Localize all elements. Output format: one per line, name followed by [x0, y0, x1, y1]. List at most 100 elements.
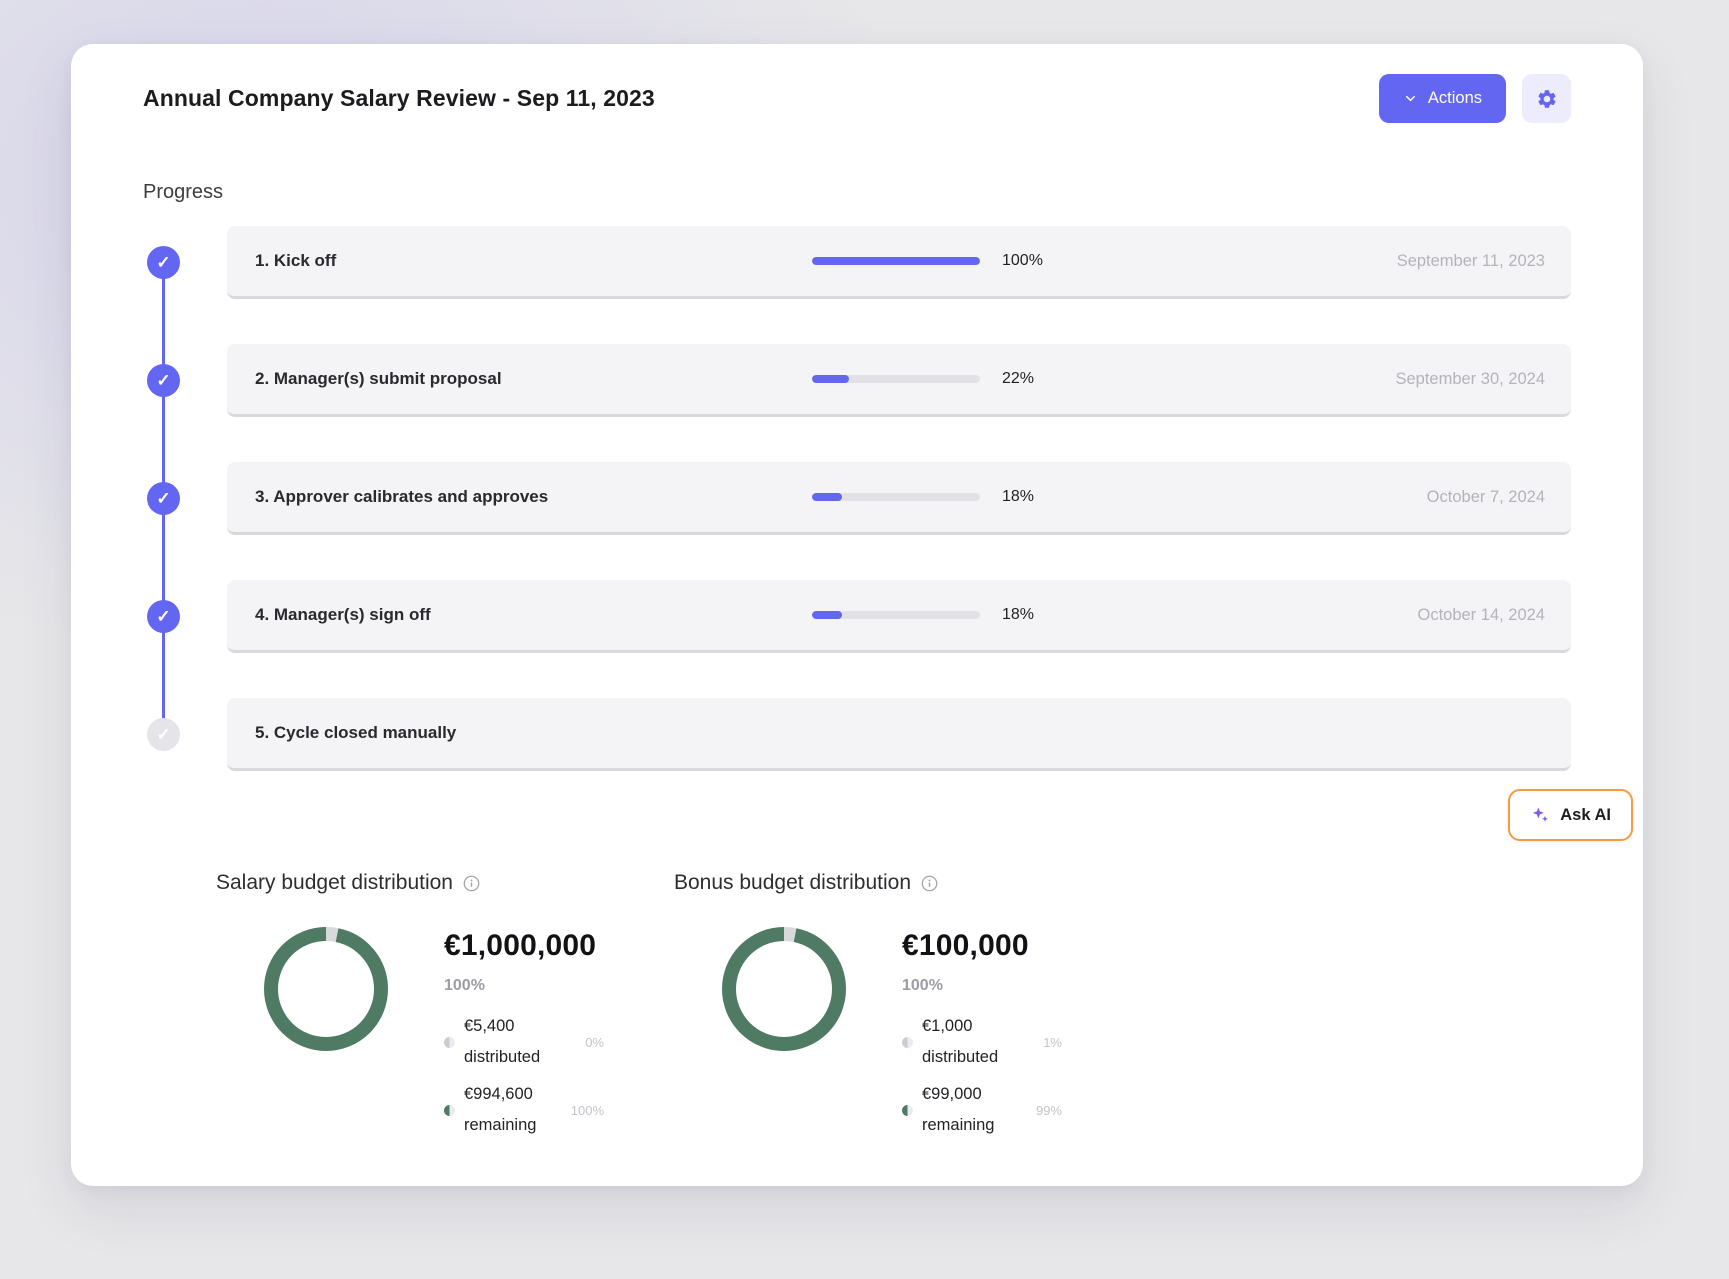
chevron-down-icon: [1403, 91, 1418, 106]
info-icon[interactable]: [921, 875, 938, 892]
distributed-label: distributed: [922, 1042, 998, 1073]
step-label: 3. Approver calibrates and approves: [255, 487, 812, 507]
remaining-percent: 100%: [571, 1103, 604, 1118]
step-completed-icon: ✓: [147, 364, 180, 397]
step-completed-icon: ✓: [147, 600, 180, 633]
sparkle-icon: [1530, 805, 1550, 825]
remaining-amount: €99,000: [922, 1079, 994, 1110]
step-date: October 7, 2024: [1427, 488, 1545, 507]
distributed-percent: 1%: [1043, 1035, 1062, 1050]
progress-step-row-2[interactable]: 2. Manager(s) submit proposal 22% Septem…: [227, 344, 1571, 417]
actions-button-label: Actions: [1428, 89, 1482, 108]
salary-budget-stats: €1,000,000 100% €5,400 distributed 0%: [444, 929, 604, 1147]
salary-donut-chart: [256, 919, 396, 1059]
step-progress-bar-fill: [812, 493, 842, 501]
step-date: October 14, 2024: [1417, 606, 1545, 625]
salary-budget-body: €1,000,000 100% €5,400 distributed 0%: [216, 919, 674, 1147]
distributed-amount: €1,000: [922, 1011, 998, 1042]
gear-icon: [1536, 88, 1558, 110]
legend-item-remaining: €994,600 remaining 100%: [444, 1079, 604, 1141]
progress-step-row-5[interactable]: 5. Cycle closed manually: [227, 698, 1571, 771]
salary-budget-title: Salary budget distribution: [216, 871, 453, 895]
legend-item-distributed: €5,400 distributed 0%: [444, 1011, 604, 1073]
step-percent: 18%: [1002, 606, 1058, 624]
step-progress-bar-fill: [812, 375, 849, 383]
step-progress-bar: [812, 375, 980, 383]
progress-step-4: ✓ 4. Manager(s) sign off 18% October 14,…: [143, 580, 1571, 653]
step-label: 1. Kick off: [255, 251, 812, 271]
step-progress-bar: [812, 493, 980, 501]
ask-ai-row: Ask AI: [143, 789, 1633, 841]
remaining-amount: €994,600: [464, 1079, 536, 1110]
step-percent: 18%: [1002, 488, 1058, 506]
distributed-swatch-icon: [902, 1037, 913, 1048]
distributed-label: distributed: [464, 1042, 540, 1073]
check-icon: ✓: [156, 725, 170, 745]
bonus-budget-body: €100,000 100% €1,000 distributed 1%: [674, 919, 1062, 1147]
progress-step-3: ✓ 3. Approver calibrates and approves 18…: [143, 462, 1571, 535]
legend-item-remaining: €99,000 remaining 99%: [902, 1079, 1062, 1141]
ask-ai-label: Ask AI: [1560, 806, 1611, 825]
progress-step-row-3[interactable]: 3. Approver calibrates and approves 18% …: [227, 462, 1571, 535]
settings-button[interactable]: [1522, 74, 1571, 123]
step-label: 4. Manager(s) sign off: [255, 605, 812, 625]
step-date: September 30, 2024: [1395, 370, 1545, 389]
check-icon: ✓: [156, 253, 170, 273]
remaining-label: remaining: [922, 1110, 994, 1141]
salary-budget-heading: Salary budget distribution: [216, 871, 674, 895]
remaining-swatch-icon: [902, 1105, 913, 1116]
salary-budget-section: Salary budget distribution €1,000,000 10…: [216, 871, 674, 1147]
ask-ai-button[interactable]: Ask AI: [1508, 789, 1633, 841]
bonus-total-percent: 100%: [902, 977, 1062, 995]
page-title: Annual Company Salary Review - Sep 11, 2…: [143, 85, 655, 112]
salary-legend: €5,400 distributed 0% €994,600 remaining: [444, 1011, 604, 1141]
header-actions: Actions: [1379, 74, 1571, 123]
progress-step-row-1[interactable]: 1. Kick off 100% September 11, 2023: [227, 226, 1571, 299]
bonus-total-amount: €100,000: [902, 929, 1062, 963]
legend-item-distributed: €1,000 distributed 1%: [902, 1011, 1062, 1073]
step-percent: 22%: [1002, 370, 1058, 388]
budget-distributions: Salary budget distribution €1,000,000 10…: [143, 871, 1571, 1147]
info-icon[interactable]: [463, 875, 480, 892]
bonus-budget-title: Bonus budget distribution: [674, 871, 911, 895]
remaining-percent: 99%: [1036, 1103, 1062, 1118]
legend-text: €99,000 remaining: [922, 1079, 994, 1141]
check-icon: ✓: [156, 607, 170, 627]
salary-review-card: Annual Company Salary Review - Sep 11, 2…: [71, 44, 1643, 1186]
progress-timeline: ✓ 1. Kick off 100% September 11, 2023 ✓ …: [143, 226, 1571, 771]
card-header: Annual Company Salary Review - Sep 11, 2…: [143, 74, 1571, 123]
bonus-budget-stats: €100,000 100% €1,000 distributed 1%: [902, 929, 1062, 1147]
bonus-budget-heading: Bonus budget distribution: [674, 871, 1062, 895]
distributed-percent: 0%: [585, 1035, 604, 1050]
progress-step-2: ✓ 2. Manager(s) submit proposal 22% Sept…: [143, 344, 1571, 417]
step-pending-icon: ✓: [147, 718, 180, 751]
step-completed-icon: ✓: [147, 246, 180, 279]
step-label: 2. Manager(s) submit proposal: [255, 369, 812, 389]
progress-step-1: ✓ 1. Kick off 100% September 11, 2023: [143, 226, 1571, 299]
bonus-legend: €1,000 distributed 1% €99,000 remaining: [902, 1011, 1062, 1141]
distributed-swatch-icon: [444, 1037, 455, 1048]
actions-button[interactable]: Actions: [1379, 74, 1506, 123]
bonus-budget-section: Bonus budget distribution €100,000 100%: [674, 871, 1062, 1147]
step-progress-bar-fill: [812, 611, 842, 619]
salary-total-percent: 100%: [444, 977, 604, 995]
check-icon: ✓: [156, 489, 170, 509]
step-progress-bar: [812, 611, 980, 619]
step-progress-bar-fill: [812, 257, 980, 265]
progress-step-row-4[interactable]: 4. Manager(s) sign off 18% October 14, 2…: [227, 580, 1571, 653]
step-date: September 11, 2023: [1397, 252, 1545, 271]
legend-text: €1,000 distributed: [922, 1011, 998, 1073]
progress-heading: Progress: [143, 181, 1571, 204]
step-label: 5. Cycle closed manually: [255, 723, 812, 743]
desktop-background: Annual Company Salary Review - Sep 11, 2…: [0, 0, 1729, 1279]
salary-total-amount: €1,000,000: [444, 929, 604, 963]
distributed-amount: €5,400: [464, 1011, 540, 1042]
step-progress-bar: [812, 257, 980, 265]
remaining-swatch-icon: [444, 1105, 455, 1116]
step-completed-icon: ✓: [147, 482, 180, 515]
check-icon: ✓: [156, 371, 170, 391]
legend-text: €994,600 remaining: [464, 1079, 536, 1141]
step-percent: 100%: [1002, 252, 1058, 270]
remaining-label: remaining: [464, 1110, 536, 1141]
legend-text: €5,400 distributed: [464, 1011, 540, 1073]
